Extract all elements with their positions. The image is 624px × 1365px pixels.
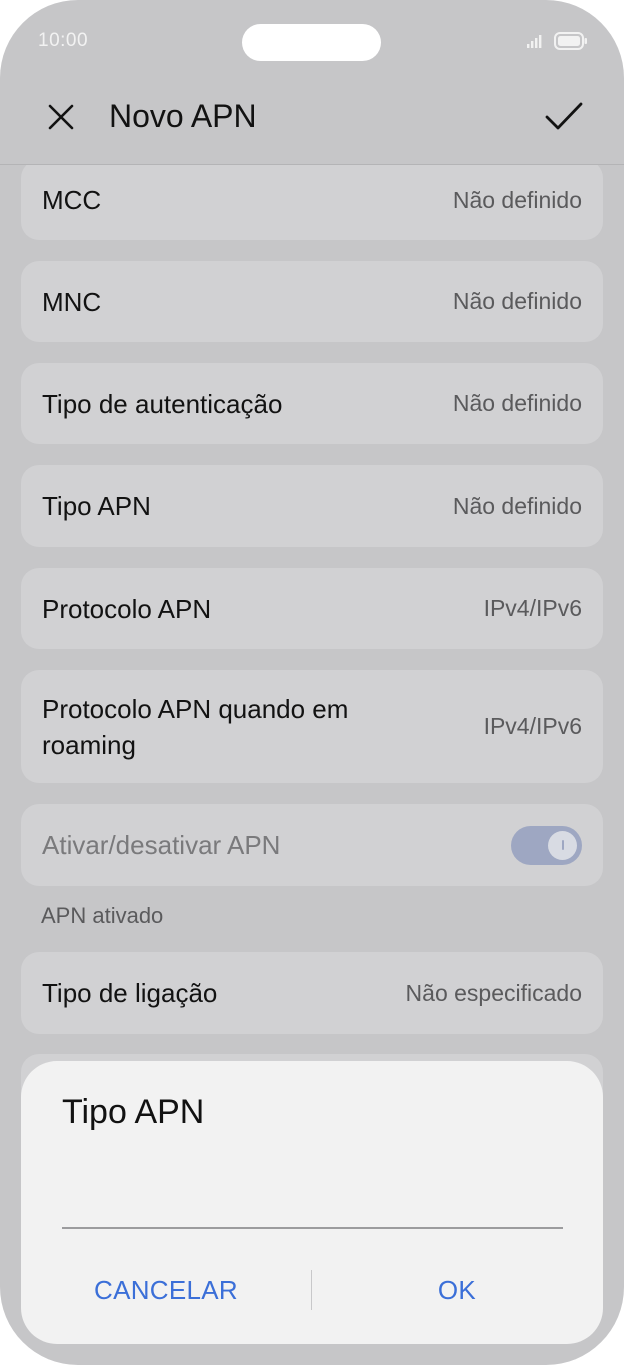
setting-label: Tipo de ligação: [42, 978, 218, 1008]
phone-screen: 10:00 Novo APN MCC Não definido MNC Não …: [0, 0, 624, 1365]
setting-label: Tipo de autenticação: [42, 388, 283, 419]
setting-apn-type[interactable]: Tipo APN Não definido: [21, 465, 603, 547]
status-time: 10:00: [38, 30, 89, 51]
setting-label: Tipo APN: [42, 491, 151, 521]
setting-label: Protocolo APN quando em roaming: [42, 693, 349, 760]
setting-value: Não especificado: [405, 979, 582, 1006]
setting-mcc[interactable]: MCC Não definido: [21, 165, 603, 240]
setting-auth-type[interactable]: Tipo de autenticação Não definido: [21, 363, 603, 444]
apn-status-note: APN ativado: [41, 903, 164, 928]
page-title: Novo APN: [109, 98, 257, 134]
setting-value: Não definido: [452, 288, 582, 314]
setting-bearer[interactable]: Tipo de ligação Não especificado: [21, 952, 603, 1034]
apn-type-dialog: Tipo APN CANCELAR OK: [21, 1061, 603, 1344]
setting-apn-toggle[interactable]: Ativar/desativar APN: [21, 804, 603, 886]
confirm-button[interactable]: [540, 96, 588, 142]
signal-icon: [526, 33, 546, 54]
setting-value: Não definido: [452, 492, 582, 519]
toggle-knob: [548, 830, 577, 860]
ok-button[interactable]: OK: [312, 1267, 602, 1313]
setting-roaming-protocol[interactable]: Protocolo APN quando em roaming IPv4/IPv…: [21, 670, 603, 783]
battery-icon: [554, 32, 588, 55]
setting-label: MNC: [42, 286, 102, 317]
setting-value: Não definido: [452, 390, 582, 416]
setting-apn-protocol[interactable]: Protocolo APN IPv4/IPv6: [21, 568, 603, 649]
setting-label: Protocolo APN: [42, 593, 212, 624]
cancel-button[interactable]: CANCELAR: [21, 1267, 311, 1313]
setting-value: Não definido: [452, 186, 582, 213]
close-button[interactable]: [40, 98, 82, 140]
dialog-title: Tipo APN: [62, 1093, 205, 1131]
setting-mnc[interactable]: MNC Não definido: [21, 261, 603, 342]
app-bar: Novo APN: [0, 84, 624, 165]
setting-value: IPv4/IPv6: [483, 713, 582, 739]
status-bar: 10:00: [0, 0, 624, 84]
apn-toggle-switch[interactable]: [511, 825, 582, 865]
toggle-knob-mark: [561, 840, 564, 850]
setting-label: Ativar/desativar APN: [42, 830, 281, 860]
status-icons: [526, 32, 588, 55]
close-icon: [47, 103, 75, 136]
apn-type-input[interactable]: [62, 1181, 563, 1229]
check-icon: [545, 102, 583, 137]
setting-label: MCC: [42, 185, 102, 215]
setting-value: IPv4/IPv6: [483, 595, 582, 621]
camera-notch: [242, 24, 381, 61]
